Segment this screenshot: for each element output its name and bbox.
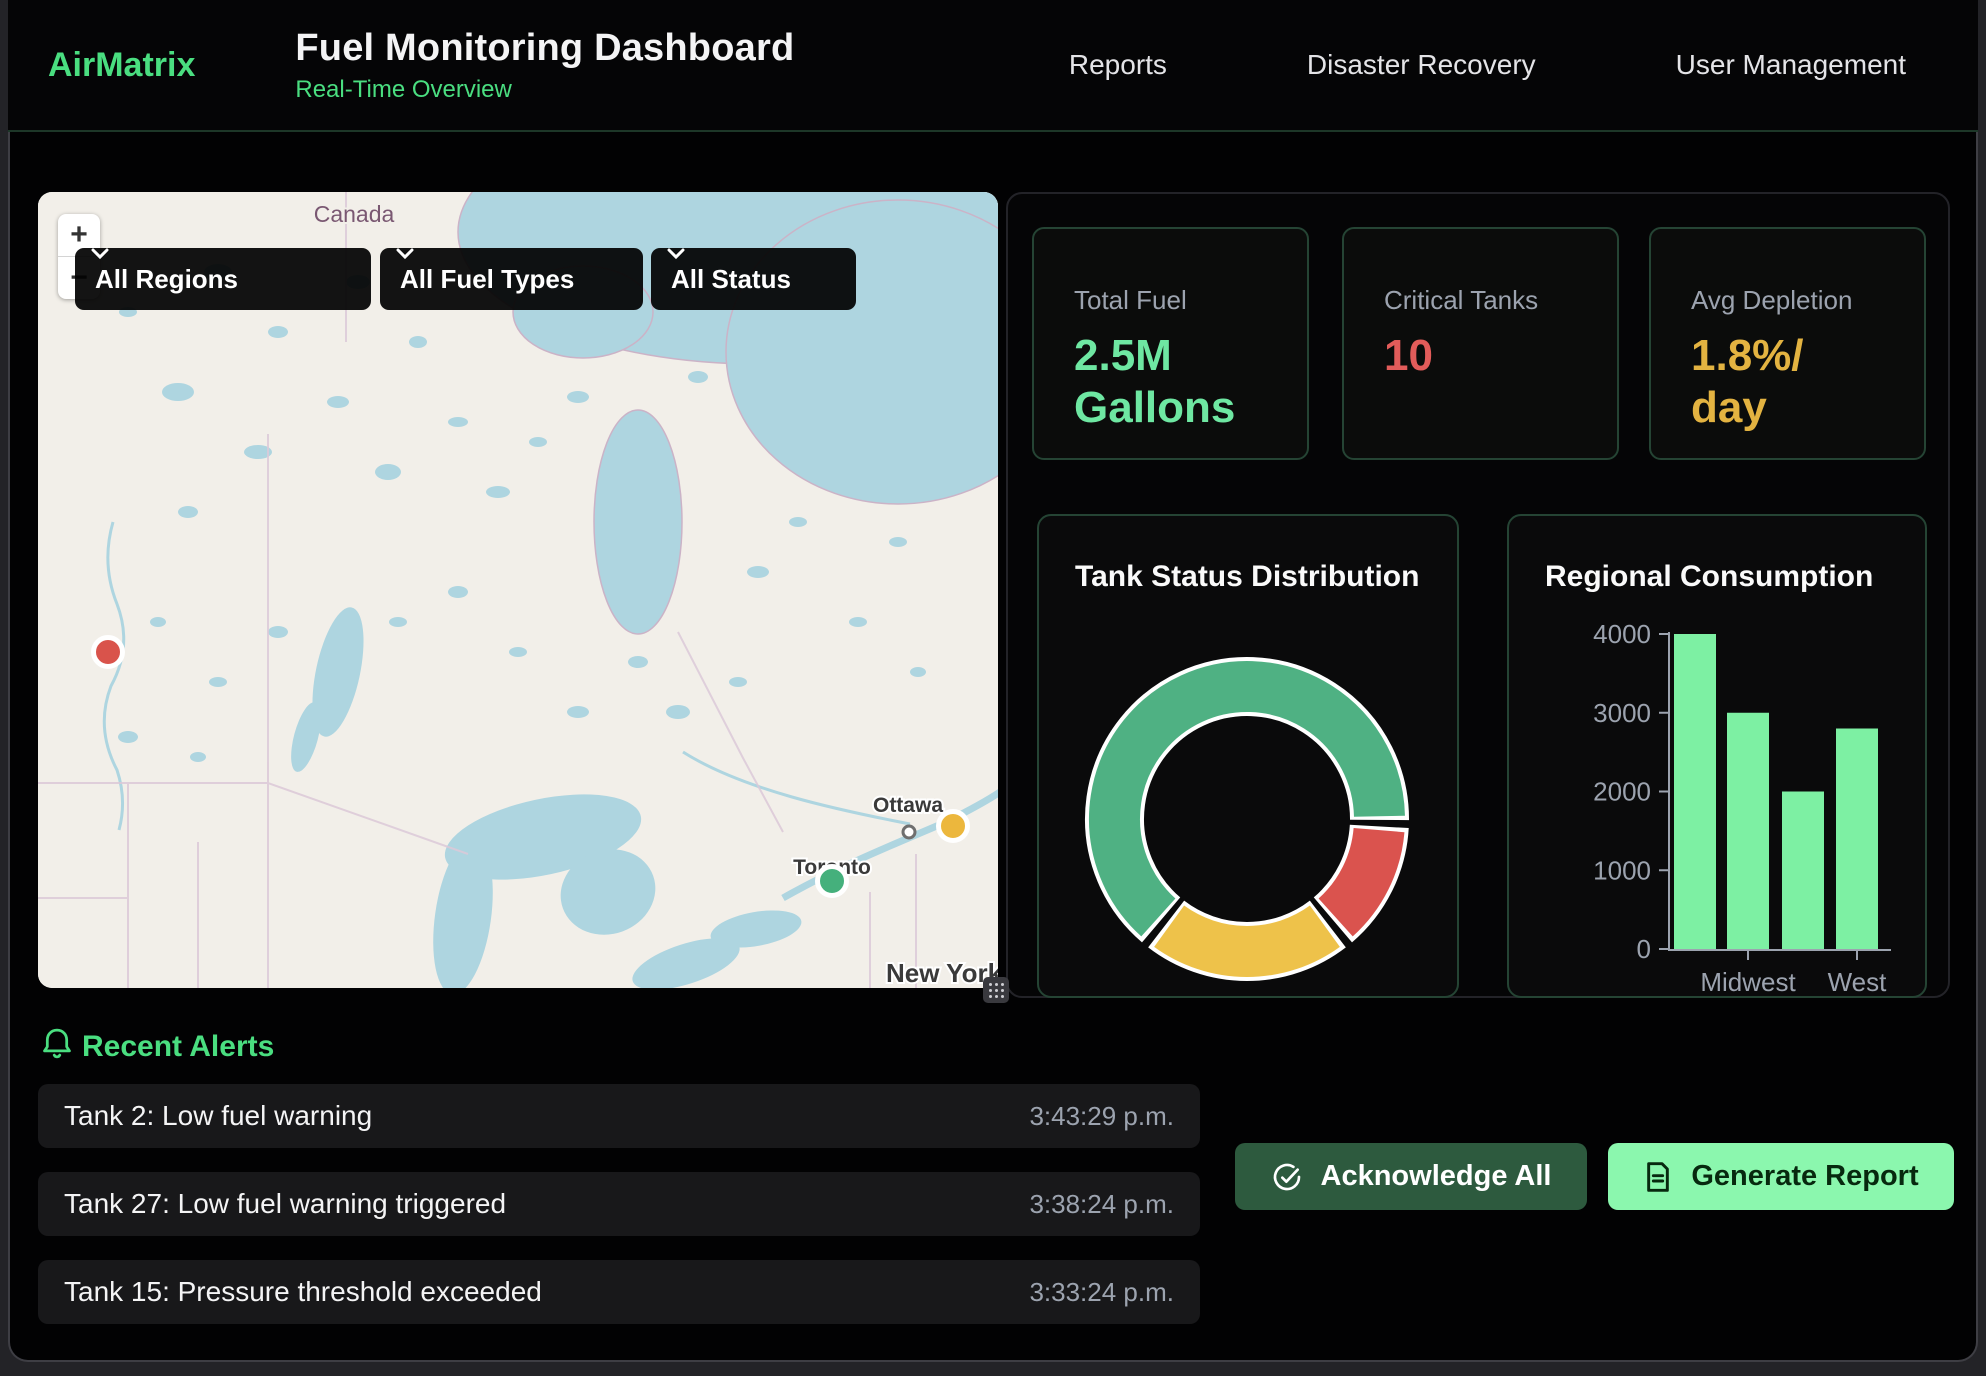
page-subtitle: Real-Time Overview	[295, 76, 794, 104]
chevron-down-icon	[91, 248, 109, 260]
chevron-down-icon	[667, 248, 685, 260]
map-tiles: Canada Ottawa Toronto New York	[38, 192, 998, 988]
tank-status-panel: Tank Status Distribution	[1037, 514, 1459, 998]
map-label-country: Canada	[314, 201, 395, 227]
alert-row: Tank 27: Low fuel warning triggered 3:38…	[38, 1172, 1200, 1236]
stat-card-avg-depletion: Avg Depletion 1.8%/ day	[1649, 227, 1926, 460]
map-label-ottawa: Ottawa	[873, 794, 943, 817]
svg-text:3000: 3000	[1593, 698, 1651, 728]
alert-message: Tank 15: Pressure threshold exceeded	[64, 1276, 542, 1308]
alert-time: 3:33:24 p.m.	[1029, 1277, 1174, 1308]
tank-marker-warning[interactable]	[936, 809, 970, 843]
svg-text:4000: 4000	[1593, 619, 1651, 649]
regional-consumption-panel: Regional Consumption 01000200030004000Mi…	[1507, 514, 1927, 998]
stat-label: Total Fuel	[1074, 285, 1307, 316]
page-title: Fuel Monitoring Dashboard	[295, 27, 794, 70]
stat-value: 2.5M Gallons	[1074, 330, 1307, 434]
nav-reports[interactable]: Reports	[1069, 49, 1167, 81]
alert-message: Tank 2: Low fuel warning	[64, 1100, 372, 1132]
chevron-down-icon	[396, 248, 414, 260]
acknowledge-all-label: Acknowledge All	[1321, 1160, 1552, 1193]
dashboard-panel: Total Fuel 2.5M Gallons Critical Tanks 1…	[1006, 192, 1950, 998]
fuel-type-filter-value: All Fuel Types	[400, 264, 574, 295]
stat-label: Avg Depletion	[1691, 285, 1924, 316]
svg-text:2000: 2000	[1593, 777, 1651, 807]
stat-card-critical-tanks: Critical Tanks 10	[1342, 227, 1619, 460]
map-label-new-york: New York	[886, 958, 998, 988]
svg-text:Midwest: Midwest	[1700, 967, 1796, 996]
status-filter-select[interactable]: All Status	[651, 248, 856, 310]
alert-time: 3:43:29 p.m.	[1029, 1101, 1174, 1132]
nav-user-management[interactable]: User Management	[1676, 49, 1906, 81]
map-canvas[interactable]: Canada Ottawa Toronto New York + − All R…	[38, 192, 998, 988]
generate-report-button[interactable]: Generate Report	[1608, 1143, 1954, 1210]
tank-marker-healthy[interactable]	[815, 864, 849, 898]
alert-message: Tank 27: Low fuel warning triggered	[64, 1188, 506, 1220]
alerts-section-title: Recent Alerts	[82, 1030, 274, 1064]
main-nav: Reports Disaster Recovery User Managemen…	[1069, 49, 1906, 81]
town-dot-icon	[903, 826, 915, 838]
brand-logo: AirMatrix	[48, 46, 195, 85]
map-resize-handle[interactable]	[983, 977, 1009, 1003]
alert-time: 3:38:24 p.m.	[1029, 1189, 1174, 1220]
stat-value: 10	[1384, 330, 1617, 382]
title-block: Fuel Monitoring Dashboard Real-Time Over…	[295, 27, 794, 104]
fuel-type-filter-select[interactable]: All Fuel Types	[380, 248, 643, 310]
document-icon	[1643, 1161, 1673, 1193]
svg-text:West: West	[1828, 967, 1888, 996]
nav-disaster-recovery[interactable]: Disaster Recovery	[1307, 49, 1536, 81]
stat-value: 1.8%/ day	[1691, 330, 1924, 434]
bar-chart: 0 1000 2000 3000 4000 Midwest West	[1509, 516, 1925, 996]
header: AirMatrix Fuel Monitoring Dashboard Real…	[8, 0, 1978, 132]
tank-marker-critical[interactable]	[91, 635, 125, 669]
status-filter-value: All Status	[671, 264, 791, 295]
stat-label: Critical Tanks	[1384, 285, 1617, 316]
region-filter-select[interactable]: All Regions	[75, 248, 371, 310]
alert-row: Tank 15: Pressure threshold exceeded 3:3…	[38, 1260, 1200, 1324]
check-circle-icon	[1271, 1161, 1303, 1193]
generate-report-label: Generate Report	[1691, 1160, 1918, 1193]
svg-text:0: 0	[1637, 934, 1651, 964]
region-filter-value: All Regions	[95, 264, 238, 295]
acknowledge-all-button[interactable]: Acknowledge All	[1235, 1143, 1587, 1210]
donut-chart	[1039, 516, 1457, 996]
alert-row: Tank 2: Low fuel warning 3:43:29 p.m.	[38, 1084, 1200, 1148]
bell-icon	[40, 1026, 74, 1062]
svg-text:1000: 1000	[1593, 855, 1651, 885]
stat-card-total-fuel: Total Fuel 2.5M Gallons	[1032, 227, 1309, 460]
